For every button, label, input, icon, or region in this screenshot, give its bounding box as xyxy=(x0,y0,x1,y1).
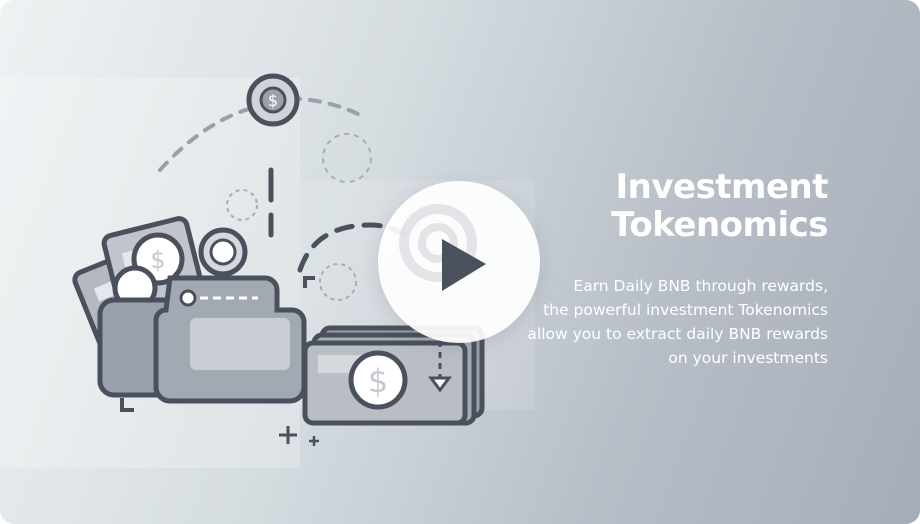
description-line: allow you to extract daily BNB rewards xyxy=(527,325,828,343)
svg-text:$: $ xyxy=(268,91,278,110)
card-title-line: Tokenomics xyxy=(611,205,828,245)
description-line: the powerful investment Tokenomics xyxy=(543,301,828,319)
svg-text:$: $ xyxy=(150,246,165,274)
card-title-line: Investment xyxy=(615,167,828,207)
svg-text:$: $ xyxy=(368,362,388,400)
video-card[interactable]: $ $ $ Investment Tokenomics Earn Daily B… xyxy=(0,0,920,524)
card-description: Earn Daily BNB through rewards, the powe… xyxy=(488,274,828,370)
description-line: Earn Daily BNB through rewards, xyxy=(573,277,828,295)
card-title: Investment Tokenomics xyxy=(468,168,828,244)
description-line: on your investments xyxy=(668,349,828,367)
